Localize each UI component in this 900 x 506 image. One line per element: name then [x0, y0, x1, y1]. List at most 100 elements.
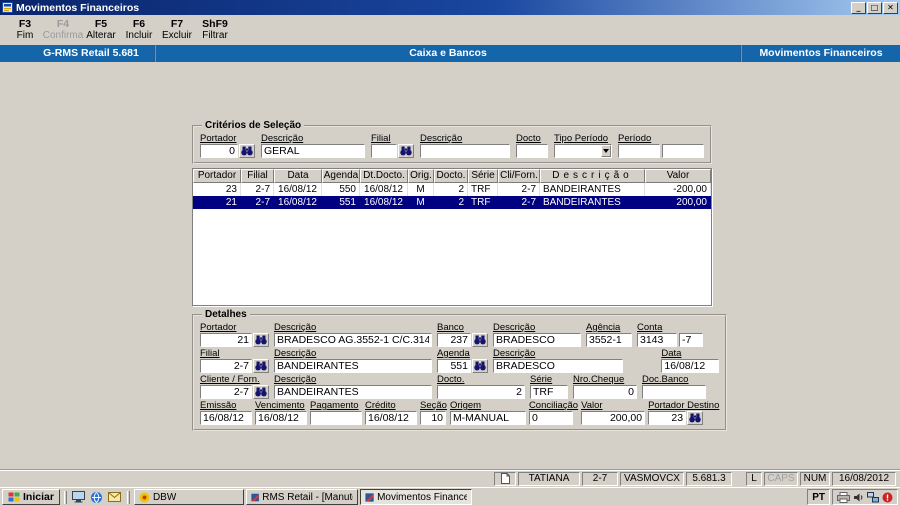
maximize-button[interactable]: □ [867, 1, 882, 14]
detail-filial-input[interactable] [201, 360, 251, 372]
binoculars-icon [255, 387, 267, 397]
detail-serie-input[interactable] [531, 386, 567, 398]
detail-credito-input[interactable] [366, 412, 416, 424]
detail-filial-group: Filial [200, 348, 269, 373]
detail-portador-destino-input[interactable] [649, 412, 686, 424]
close-button[interactable]: ✕ [883, 1, 898, 14]
detail-secao-group: Seção [420, 400, 447, 425]
printer-icon[interactable] [837, 491, 850, 503]
detail-cliente-field [200, 385, 252, 399]
document-status-panel [494, 471, 516, 486]
detail-agencia-input[interactable] [587, 334, 631, 346]
grid-col-cliforn[interactable]: Cli/Forn. [498, 169, 540, 183]
criteria-tipo-periodo-input[interactable] [555, 145, 601, 157]
detail-portador-search-button[interactable] [253, 333, 269, 347]
grid-col-dtdocto[interactable]: Dt.Docto. [360, 169, 408, 183]
excluir-button[interactable]: F7 Excluir [158, 17, 196, 43]
excluir-label: Excluir [161, 30, 192, 41]
grid-col-descricao[interactable]: Descrição [540, 169, 645, 183]
detail-nro-cheque-input[interactable] [574, 386, 636, 398]
tipo-periodo-dropdown-button[interactable] [600, 145, 611, 157]
grid-col-docto[interactable]: Docto. [434, 169, 468, 183]
detail-agenda-desc-field [493, 359, 623, 373]
criteria-filial-search-button[interactable] [398, 144, 414, 158]
detail-valor-input[interactable] [582, 412, 645, 424]
detail-cliente-input[interactable] [201, 386, 251, 398]
network-icon[interactable] [867, 491, 879, 503]
detail-portador-input[interactable] [201, 334, 251, 346]
detail-vencimento-input[interactable] [256, 412, 306, 424]
filtrar-key: ShF9 [202, 18, 228, 30]
detail-portador-desc-input[interactable] [275, 334, 431, 346]
grid-col-serie[interactable]: Série [468, 169, 498, 183]
detail-filial-desc-input[interactable] [275, 360, 431, 372]
detail-banco-input[interactable] [438, 334, 470, 346]
detail-banco-desc-input[interactable] [494, 334, 580, 346]
task-movimentos-financeiros[interactable]: Movimentos Financeiros [359, 489, 472, 505]
criteria-docto-input[interactable] [517, 145, 547, 157]
quicklaunch-mail-icon[interactable] [107, 490, 123, 505]
detail-banco-search-button[interactable] [472, 333, 488, 347]
language-indicator[interactable]: PT [812, 492, 825, 503]
grid-col-portador[interactable]: Portador [193, 169, 241, 183]
incluir-button[interactable]: F6 Incluir [120, 17, 158, 43]
detail-pagamento-label: Pagamento [310, 400, 359, 411]
detail-filial-search-button[interactable] [253, 359, 269, 373]
grid-col-valor[interactable]: Valor [645, 169, 711, 183]
detail-banco-desc-field [493, 333, 581, 347]
detail-nro-cheque-group: Nro.Cheque [573, 374, 637, 399]
criteria-periodo-from-input[interactable] [619, 145, 659, 157]
detail-agenda-desc-input[interactable] [494, 360, 622, 372]
detail-doc-banco-input[interactable] [643, 386, 705, 398]
detail-agencia-label: Agência [586, 322, 621, 333]
detail-conciliacao-input[interactable] [529, 412, 572, 424]
filtrar-button[interactable]: ShF9 Filtrar [196, 17, 234, 43]
detail-serie-field [530, 385, 568, 399]
criteria-portador-input[interactable] [201, 145, 237, 157]
cell-orig: M [408, 196, 434, 209]
detail-agenda-input[interactable] [438, 360, 470, 372]
detail-serie-label: Série [530, 374, 553, 385]
detail-cliente-desc-input[interactable] [275, 386, 431, 398]
detail-cliente-search-button[interactable] [253, 385, 269, 399]
detail-origem-input[interactable] [450, 412, 525, 424]
detail-pagamento-input[interactable] [311, 412, 361, 424]
grid-col-filial[interactable]: Filial [241, 169, 274, 183]
task-rms-retail[interactable]: RMS Retail - [Manutenca... [245, 489, 358, 505]
grid-col-orig[interactable]: Orig. [408, 169, 434, 183]
grid-col-agenda[interactable]: Agenda [322, 169, 360, 183]
criteria-filial-desc-input[interactable] [421, 145, 509, 157]
detail-secao-input[interactable] [421, 412, 445, 424]
detail-docto-input[interactable] [438, 386, 524, 398]
quicklaunch-desktop-icon[interactable] [71, 490, 87, 505]
start-button[interactable]: Iniciar [2, 489, 60, 505]
grid-col-data[interactable]: Data [274, 169, 322, 183]
criteria-filial-input[interactable] [372, 145, 396, 157]
fim-button[interactable]: F3 Fim [6, 17, 44, 43]
criteria-docto-label: Docto [516, 133, 541, 144]
criteria-periodo-group: Período [618, 133, 704, 158]
taskbar-drag-handle[interactable] [126, 490, 130, 504]
criteria-filial-desc-group: Descrição [420, 133, 510, 158]
criteria-portador-desc-input[interactable] [262, 145, 364, 157]
volume-icon[interactable] [853, 492, 864, 503]
detail-portador-destino-search-button[interactable] [687, 411, 704, 425]
task-dbw[interactable]: DBW [133, 489, 244, 505]
detail-agenda-search-button[interactable] [472, 359, 488, 373]
criteria-periodo-to-input[interactable] [663, 145, 703, 157]
quicklaunch-browser-icon[interactable] [89, 490, 105, 505]
detail-data-input[interactable] [662, 360, 719, 372]
detail-conta-input[interactable] [638, 334, 676, 346]
security-alert-icon[interactable] [882, 492, 893, 503]
taskbar-drag-handle[interactable] [63, 490, 67, 504]
criteria-portador-search-button[interactable] [239, 144, 255, 158]
grid-row-2-selected[interactable]: 21 2-7 16/08/12 551 16/08/12 M 2 TRF 2-7… [193, 196, 711, 209]
dropdown-arrow-icon [602, 149, 609, 153]
detail-emissao-label: Emissão [200, 400, 237, 411]
alterar-button[interactable]: F5 Alterar [82, 17, 120, 43]
detail-agencia-field [586, 333, 632, 347]
minimize-button[interactable]: _ [851, 1, 866, 14]
detail-emissao-input[interactable] [201, 412, 251, 424]
detail-conta-digit-input[interactable] [680, 334, 702, 346]
grid-row-1[interactable]: 23 2-7 16/08/12 550 16/08/12 M 2 TRF 2-7… [193, 183, 711, 196]
